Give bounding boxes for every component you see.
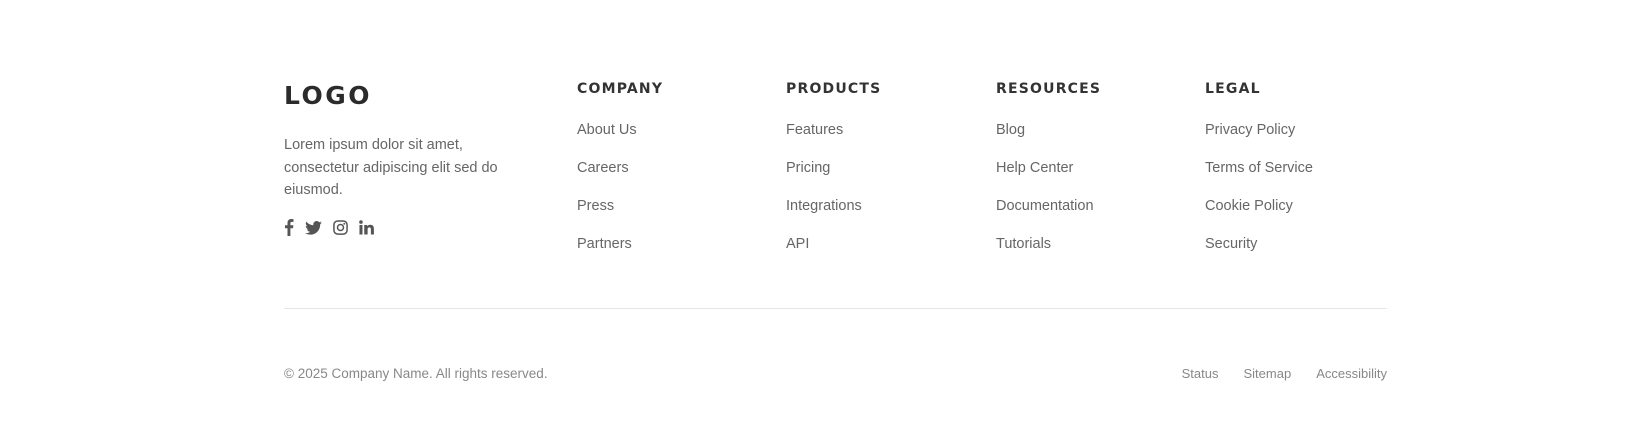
- footer-logo[interactable]: LOGO: [284, 80, 514, 112]
- linkedin-icon[interactable]: [359, 220, 374, 235]
- copyright-text: © 2025 Company Name. All rights reserved…: [284, 366, 548, 381]
- column-heading: COMPANY: [577, 81, 664, 97]
- bottom-link-accessibility[interactable]: Accessibility: [1316, 366, 1387, 381]
- footer-link-features[interactable]: Features: [786, 122, 843, 138]
- footer-tagline: Lorem ipsum dolor sit amet, consectetur …: [284, 137, 498, 198]
- footer-link-terms-of-service[interactable]: Terms of Service: [1205, 160, 1313, 176]
- social-links: [284, 218, 514, 238]
- footer-column-legal: LEGAL Privacy Policy Terms of Service Co…: [1205, 80, 1405, 273]
- site-footer: LOGO Lorem ipsum dolor sit amet, consect…: [0, 0, 1642, 436]
- twitter-icon[interactable]: [305, 220, 322, 235]
- footer-brand: LOGO Lorem ipsum dolor sit amet, consect…: [284, 80, 514, 238]
- footer-divider: [284, 308, 1387, 309]
- footer-link-about-us[interactable]: About Us: [577, 122, 637, 138]
- footer-link-careers[interactable]: Careers: [577, 160, 629, 176]
- footer-link-blog[interactable]: Blog: [996, 122, 1025, 138]
- footer-link-cookie-policy[interactable]: Cookie Policy: [1205, 198, 1293, 214]
- footer-column-company: COMPANY About Us Careers Press Partners: [577, 80, 777, 273]
- bottom-link-sitemap[interactable]: Sitemap: [1244, 366, 1292, 381]
- footer-column-products: PRODUCTS Features Pricing Integrations A…: [786, 80, 986, 273]
- footer-link-integrations[interactable]: Integrations: [786, 198, 862, 214]
- bottom-link-status[interactable]: Status: [1182, 366, 1219, 381]
- footer-link-pricing[interactable]: Pricing: [786, 160, 830, 176]
- footer-link-privacy-policy[interactable]: Privacy Policy: [1205, 122, 1295, 138]
- footer-link-api[interactable]: API: [786, 236, 809, 252]
- footer-link-documentation[interactable]: Documentation: [996, 198, 1094, 214]
- facebook-icon[interactable]: [284, 219, 294, 236]
- column-heading: PRODUCTS: [786, 81, 882, 97]
- footer-link-tutorials[interactable]: Tutorials: [996, 236, 1051, 252]
- footer-link-press[interactable]: Press: [577, 198, 614, 214]
- footer-link-security[interactable]: Security: [1205, 236, 1257, 252]
- column-heading: RESOURCES: [996, 81, 1102, 97]
- footer-link-help-center[interactable]: Help Center: [996, 160, 1073, 176]
- instagram-icon[interactable]: [333, 220, 348, 235]
- footer-bottom-links: Status Sitemap Accessibility: [1182, 365, 1387, 383]
- column-heading: LEGAL: [1205, 81, 1261, 97]
- footer-column-resources: RESOURCES Blog Help Center Documentation…: [996, 80, 1196, 273]
- footer-link-partners[interactable]: Partners: [577, 236, 632, 252]
